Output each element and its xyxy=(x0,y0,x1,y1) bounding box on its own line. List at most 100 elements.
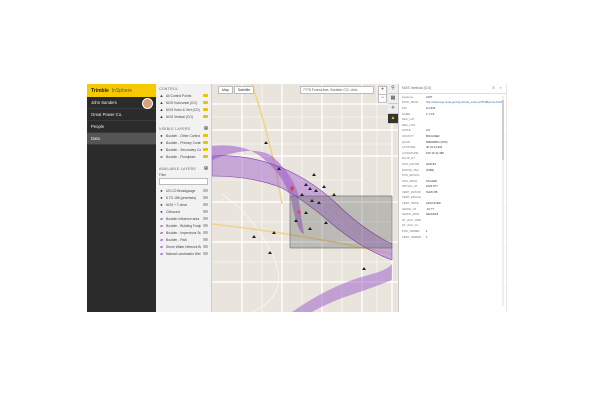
attribute-link[interactable]: http://www.ngs.noaa.gov/cgi-bin/ds_mark.… xyxy=(426,100,503,104)
visible-layer-item[interactable]: ▰ Boulder - Floodplain xyxy=(156,153,211,160)
attribute-row: STATE CO xyxy=(399,128,506,134)
main-nav: Trimble InSphere John Sanders Great Powe… xyxy=(87,84,156,312)
address-search-input[interactable]: 7775 Forest Ave, Boulder CO, Unit.. xyxy=(300,86,374,94)
layer-visibility-toggle[interactable] xyxy=(203,148,208,151)
available-layers-title: AVAILABLE LAYERS xyxy=(159,167,196,171)
control-layer-item[interactable]: ▲ NGS Horizontal (CO) xyxy=(156,99,211,106)
visible-layer-item[interactable]: ● Boulder - Primary Control xyxy=(156,139,211,146)
attribute-key: GEOID_HT xyxy=(402,206,417,211)
map-tool-strip: ⚲ ▦ ⟡ ▲ xyxy=(388,84,398,124)
info-scrollbar[interactable] xyxy=(502,96,504,306)
map-type-map[interactable]: Map xyxy=(218,86,233,94)
layer-visibility-toggle[interactable] xyxy=(203,94,208,97)
control-section-header: CONTROL xyxy=(159,87,178,91)
control-layer-item[interactable]: ▲ NGS Horiz & Vert (CO) xyxy=(156,106,211,113)
attribute-row: GEOID_HT -15.77 xyxy=(399,206,506,212)
attribute-value: BOULDER xyxy=(426,133,440,138)
control-points-tool-icon[interactable]: ▲ xyxy=(388,114,398,124)
control-layer-item[interactable]: ▲ NGS Vertical (CO) xyxy=(156,113,211,120)
nav-item-people[interactable]: People xyxy=(87,121,156,133)
available-layer-item[interactable]: ▰ Natural Landmarks Wet xyxy=(156,250,211,257)
attribute-key: DATA_SRCE xyxy=(402,100,419,105)
attribute-list: Features 2167 DATA_SRCE http://www.ngs.noaa… xyxy=(399,94,506,239)
filter-input[interactable] xyxy=(159,178,208,185)
org-name: Great Power Co. xyxy=(91,112,123,117)
layer-visibility-toggle[interactable] xyxy=(203,252,208,255)
collapse-icon[interactable]: − xyxy=(204,126,208,130)
visible-layer-item[interactable]: ● Boulder - Secondary Con xyxy=(156,146,211,153)
layer-visibility-toggle[interactable] xyxy=(203,203,208,206)
layer-symbol-icon: ▰ xyxy=(159,215,164,221)
avatar[interactable] xyxy=(142,98,153,109)
org-selector[interactable]: Great Power Co. xyxy=(87,109,156,121)
layer-visibility-toggle[interactable] xyxy=(203,155,208,158)
attribute-value: NAD 83 xyxy=(426,161,436,166)
attribute-key: STATE xyxy=(402,128,411,133)
available-layer-item[interactable]: ● CMsound xyxy=(156,208,211,215)
layer-visibility-toggle[interactable] xyxy=(203,238,208,241)
attribute-key: NAME xyxy=(402,111,411,116)
attribute-key: LATITUDE xyxy=(402,145,416,150)
layers-tool-icon[interactable]: ▦ xyxy=(388,94,398,104)
layer-visibility-toggle[interactable] xyxy=(203,101,208,104)
zoom-out-button[interactable]: − xyxy=(378,94,387,103)
attribute-row: POS_DATUM NAD 83 xyxy=(399,161,506,167)
layer-visibility-toggle[interactable] xyxy=(203,210,208,213)
add-layer-icon[interactable]: + xyxy=(204,166,208,170)
layer-label: Boulder - Floodplain xyxy=(166,154,196,159)
available-layer-item[interactable]: ▰ Boulder Influence area xyxy=(156,215,211,222)
available-layer-item[interactable]: ▰ Boulder - Impervious Surf xyxy=(156,229,211,236)
layer-visibility-toggle[interactable] xyxy=(203,141,208,144)
attribute-row: GEOID_MOD GEOID18 xyxy=(399,211,506,217)
layer-label: Boulder - Primary Control xyxy=(166,140,201,145)
available-layer-list: ● US CO Broadgauge ● 8 TO 188 (premises) ● NG… xyxy=(156,187,211,257)
identify-tool-icon[interactable]: ⚲ xyxy=(388,84,398,94)
pin-icon[interactable]: ⊙ xyxy=(491,85,496,90)
measure-tool-icon[interactable]: ⟡ xyxy=(388,104,398,114)
attribute-row: POS_ORDER 1 xyxy=(399,228,506,234)
layer-visibility-toggle[interactable] xyxy=(203,245,208,248)
available-layer-item[interactable]: ▰ Boulder - Park xyxy=(156,236,211,243)
layer-visibility-toggle[interactable] xyxy=(203,108,208,111)
attribute-key: VERT_EPOCH xyxy=(402,195,421,200)
layer-symbol-icon: ● xyxy=(160,187,163,193)
attribute-key: POS_EPOCH xyxy=(402,173,420,178)
brand-bar[interactable]: Trimble InSphere xyxy=(87,84,156,97)
available-layer-item[interactable]: ● US CO Broadgauge xyxy=(156,187,211,194)
layer-label: Boulder - Impervious Surf xyxy=(166,230,201,235)
control-layer-list: ▲ All Control Points ▲ NGS Horizontal (CO) ▲… xyxy=(156,92,211,120)
available-layers-header: AVAILABLE LAYERS + xyxy=(156,164,211,172)
layer-label: Natural Landmarks Wet xyxy=(166,251,201,256)
map-type-satellite[interactable]: Satellite xyxy=(233,86,255,94)
available-layer-item[interactable]: ▰Boulder - Building Footprint xyxy=(156,222,211,229)
layer-symbol-icon: ● xyxy=(160,139,163,145)
available-layer-item[interactable]: ▰ Storm Water Network Bg xyxy=(156,243,211,250)
attribute-key: LONGITUDE xyxy=(402,150,419,155)
layer-visibility-toggle[interactable] xyxy=(203,134,208,137)
attribute-value: 1622.577 xyxy=(426,184,438,189)
attribute-row: COUNTY BOULDER xyxy=(399,133,506,139)
layer-visibility-toggle[interactable] xyxy=(203,231,208,234)
available-layer-item[interactable]: ● NGS + T-clear xyxy=(156,201,211,208)
attribute-key: POS_SRCE xyxy=(402,178,418,183)
layer-visibility-toggle[interactable] xyxy=(203,189,208,192)
layer-visibility-toggle[interactable] xyxy=(203,224,208,227)
user-menu[interactable]: John Sanders xyxy=(87,97,156,109)
map-canvas[interactable]: Map Satellite 7775 Forest Ave, Boulder C… xyxy=(212,84,507,312)
close-icon[interactable]: × xyxy=(498,85,503,90)
layer-label: NGS Horiz & Vert (CO) xyxy=(166,107,200,112)
attribute-key: HT_ACC_CL xyxy=(402,223,419,228)
layer-label: Storm Water Network Bg xyxy=(166,244,201,249)
attribute-value: CO xyxy=(426,128,431,133)
available-layer-item[interactable]: ● 8 TO 188 (premises) xyxy=(156,194,211,201)
nav-item-data[interactable]: Data xyxy=(87,133,156,145)
layer-label: Boulder - Park xyxy=(166,237,188,242)
control-layer-item[interactable]: ▲ All Control Points xyxy=(156,92,211,99)
attribute-key: ORTHO_HT xyxy=(402,184,418,189)
layer-symbol-icon: ▲ xyxy=(159,99,164,105)
visible-layer-item[interactable]: ● Boulder - Other Control xyxy=(156,132,211,139)
layer-symbol-icon: ▲ xyxy=(159,106,164,112)
layer-visibility-toggle[interactable] xyxy=(203,217,208,220)
layer-visibility-toggle[interactable] xyxy=(203,196,208,199)
layer-visibility-toggle[interactable] xyxy=(203,115,208,118)
